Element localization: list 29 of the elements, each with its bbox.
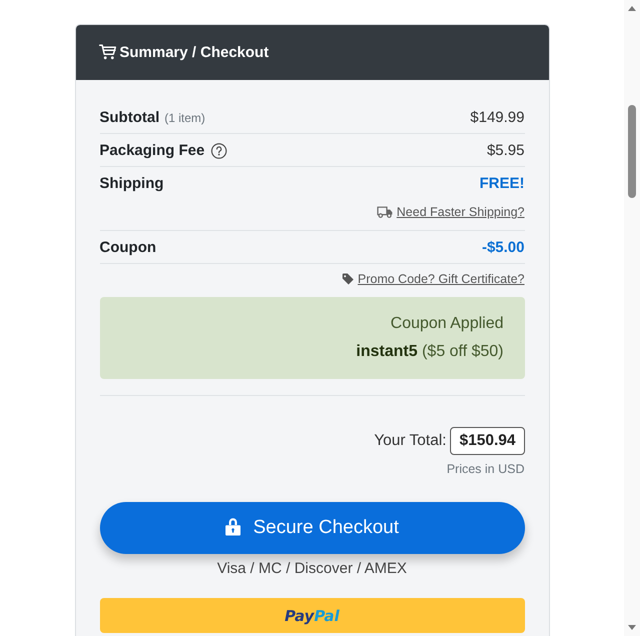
line-amount: FREE! [480, 174, 524, 194]
total-amount: $150.94 [450, 427, 524, 455]
card-title: Summary / Checkout [120, 44, 269, 61]
line-amount: $149.99 [470, 108, 524, 128]
tag-icon [342, 273, 354, 285]
coupon-detail: instant5 ($5 off $50) [355, 342, 504, 362]
payment-methods: Visa / MC / Discover / AMEX [216, 559, 408, 579]
currency-note: Prices in USD [446, 461, 524, 477]
cart-icon [98, 44, 116, 60]
truck-icon [376, 206, 393, 218]
help-icon[interactable] [210, 143, 227, 159]
line-label: Coupon [100, 238, 156, 258]
item-count-note: (1 item) [164, 110, 206, 127]
scrollbar[interactable] [624, 0, 640, 636]
line-label: Packaging Fee [100, 141, 205, 161]
scroll-down-icon[interactable] [628, 625, 636, 630]
line-label: Subtotal [100, 108, 160, 128]
scrollbar-thumb[interactable] [628, 105, 636, 198]
coupon-status: Coupon Applied [390, 314, 504, 334]
lock-icon [225, 517, 242, 536]
line-label: Shipping [100, 174, 164, 194]
total-label: Your Total: [374, 432, 446, 450]
line-amount: -$5.00 [482, 238, 524, 258]
line-amount: $5.95 [486, 141, 524, 161]
faster-shipping-link[interactable]: Need Faster Shipping? [396, 203, 524, 221]
scroll-up-icon[interactable] [628, 6, 636, 11]
promo-code-link[interactable]: Promo Code? Gift Certificate? [358, 270, 524, 288]
paypal-button[interactable]: PayPal [100, 598, 524, 633]
checkout-button[interactable]: Secure Checkout [100, 502, 524, 554]
